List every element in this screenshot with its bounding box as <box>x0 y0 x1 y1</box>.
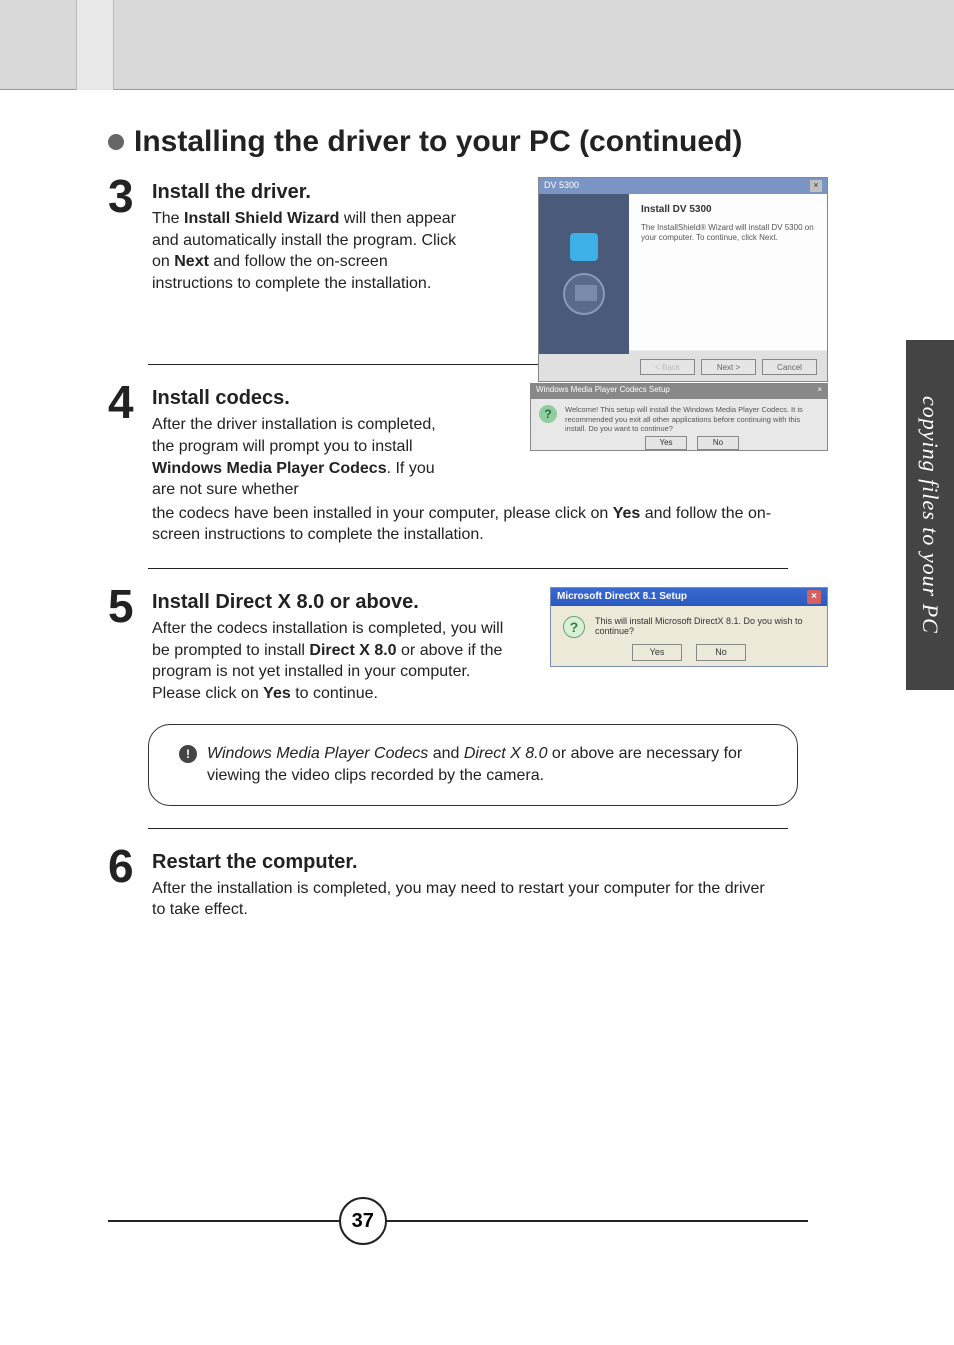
page-title: Installing the driver to your PC (contin… <box>108 125 808 159</box>
directx-dialog: Microsoft DirectX 8.1 Setup × ? This wil… <box>550 587 828 667</box>
side-tab-label: copying files to your PC <box>917 396 943 634</box>
t: Direct X 8.0 <box>464 745 548 762</box>
step-4-text-a: After the driver installation is complet… <box>152 414 462 500</box>
step-4-number: 4 <box>108 383 144 422</box>
dialog-title: DV 5300 <box>544 180 579 192</box>
dialog-titlebar: Windows Media Player Codecs Setup × <box>531 384 827 399</box>
footer-line-right <box>385 1220 808 1222</box>
t: the codecs have been installed in your c… <box>152 505 613 522</box>
dialog-sidebar <box>539 194 629 354</box>
t: to continue. <box>291 685 378 702</box>
t: Windows Media Player Codecs <box>207 745 428 762</box>
dialog-title: Windows Media Player Codecs Setup <box>536 385 670 398</box>
step-5-text: After the codecs installation is complet… <box>152 618 512 704</box>
step-5-number: 5 <box>108 587 144 626</box>
step-3-text: The Install Shield Wizard will then appe… <box>152 208 472 294</box>
close-icon[interactable]: × <box>817 385 822 398</box>
t: Next <box>174 253 209 270</box>
t: and <box>428 745 464 762</box>
no-button[interactable]: No <box>697 436 739 450</box>
computer-icon <box>563 273 605 315</box>
page-content: Installing the driver to your PC (contin… <box>108 125 808 939</box>
step-6-text: After the installation is completed, you… <box>152 878 772 921</box>
note-box: ! Windows Media Player Codecs and Direct… <box>148 724 798 805</box>
step-5: 5 Install Direct X 8.0 or above. After t… <box>108 587 808 704</box>
cancel-button[interactable]: Cancel <box>762 359 817 375</box>
separator <box>148 828 788 829</box>
question-icon: ? <box>539 405 557 423</box>
step-4-text-b: the codecs have been installed in your c… <box>152 503 792 546</box>
dialog-titlebar: Microsoft DirectX 8.1 Setup × <box>551 588 827 606</box>
dialog-titlebar: DV 5300 × <box>539 178 827 194</box>
back-button: < Back <box>640 359 695 375</box>
yes-button[interactable]: Yes <box>632 644 682 661</box>
step-6-number: 6 <box>108 847 144 886</box>
dialog-heading: Install DV 5300 <box>641 204 815 215</box>
page-number: 37 <box>339 1197 387 1245</box>
close-icon[interactable]: × <box>810 180 822 192</box>
top-header-bar <box>0 0 954 90</box>
t: The <box>152 210 184 227</box>
t: After the driver installation is complet… <box>152 416 436 455</box>
next-button[interactable]: Next > <box>701 359 756 375</box>
codecs-dialog: Windows Media Player Codecs Setup × ? We… <box>530 383 828 451</box>
step-3: 3 Install the driver. The Install Shield… <box>108 177 808 294</box>
close-icon[interactable]: × <box>807 590 821 604</box>
t: Direct X 8.0 <box>309 642 396 659</box>
footer-line-left <box>108 1220 341 1222</box>
step-6: 6 Restart the computer. After the instal… <box>108 847 808 921</box>
separator <box>148 568 788 569</box>
t: Yes <box>613 505 641 522</box>
dialog-text: This will install Microsoft DirectX 8.1.… <box>595 616 815 636</box>
t: Windows Media Player Codecs <box>152 460 387 477</box>
note-text: Windows Media Player Codecs and Direct X… <box>207 743 767 786</box>
no-button[interactable]: No <box>696 644 746 661</box>
dialog-subtext: The InstallShield® Wizard will install D… <box>641 223 815 244</box>
t: Install Shield Wizard <box>184 210 339 227</box>
page-footer: 37 <box>108 1197 808 1245</box>
installshield-dialog: DV 5300 × Install DV 5300 The InstallShi… <box>538 177 828 382</box>
dialog-text: Welcome! This setup will install the Win… <box>565 405 819 433</box>
question-icon: ? <box>563 616 585 638</box>
title-text: Installing the driver to your PC (contin… <box>134 125 742 159</box>
exclamation-icon: ! <box>179 745 197 763</box>
box-icon <box>570 233 598 261</box>
step-3-number: 3 <box>108 177 144 216</box>
t: Yes <box>263 685 291 702</box>
dialog-title: Microsoft DirectX 8.1 Setup <box>557 591 687 602</box>
side-chapter-tab: copying files to your PC <box>906 340 954 690</box>
step-4: 4 Install codecs. After the driver insta… <box>108 383 808 546</box>
yes-button[interactable]: Yes <box>645 436 687 450</box>
top-header-inner <box>76 0 114 90</box>
title-bullet-icon <box>108 134 124 150</box>
step-6-heading: Restart the computer. <box>152 851 808 874</box>
